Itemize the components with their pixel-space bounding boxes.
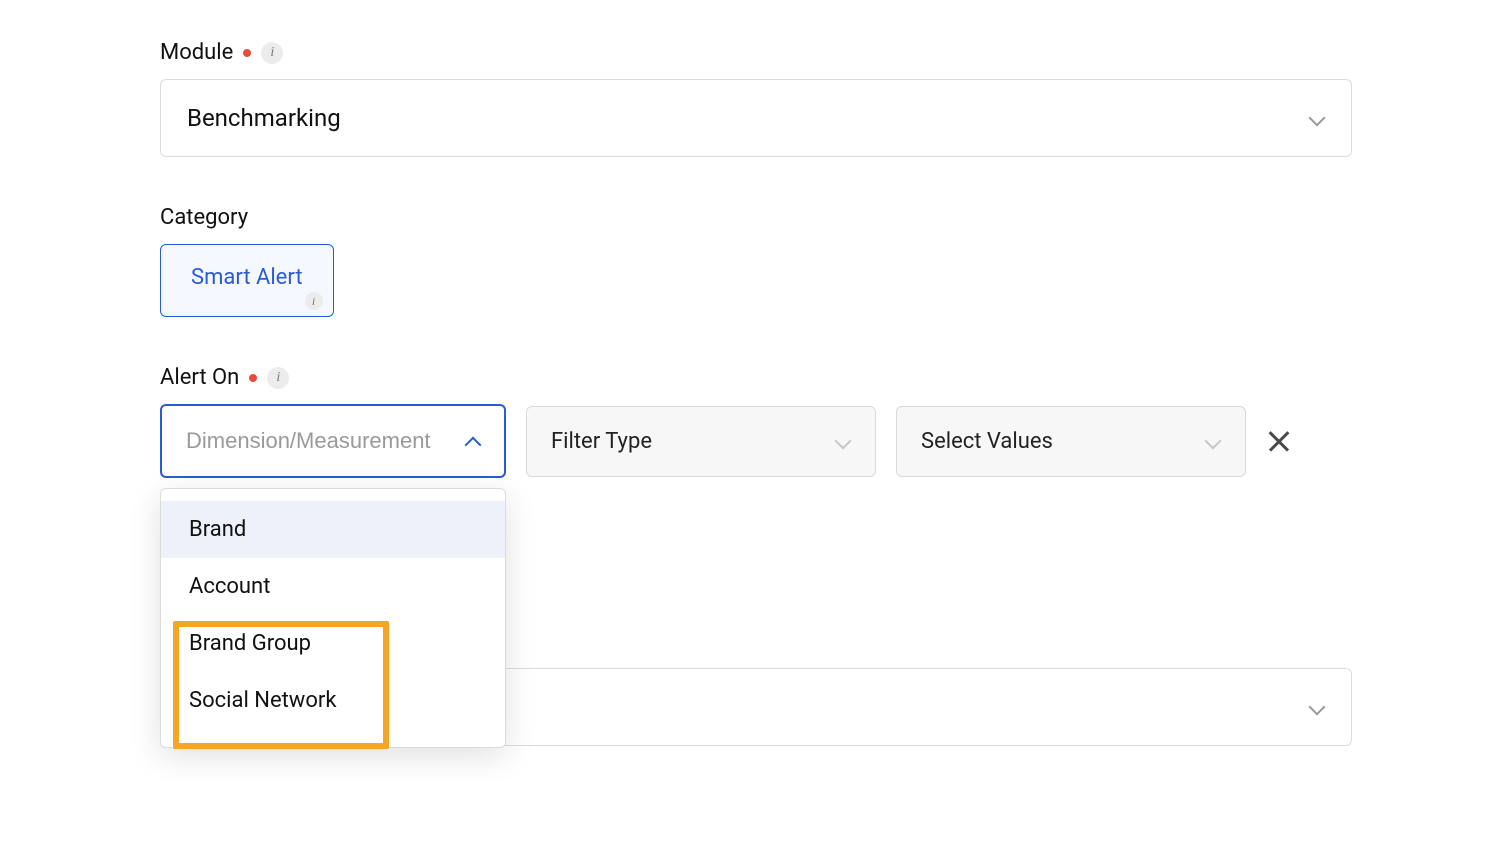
dropdown-option-brand-group[interactable]: Brand Group [161,615,505,672]
info-icon[interactable]: i [267,367,289,389]
chevron-down-icon [1309,699,1325,715]
category-label-text: Category [160,205,248,230]
chevron-down-icon [835,433,851,449]
module-label: Module i [160,40,1352,65]
chevron-down-icon [1309,110,1325,126]
required-indicator-icon [249,374,257,382]
filter-type-select[interactable]: Filter Type [526,406,876,477]
select-values-select[interactable]: Select Values [896,406,1246,477]
module-select[interactable]: Benchmarking [160,79,1352,157]
category-chip-label: Smart Alert [191,265,303,290]
required-indicator-icon [243,49,251,57]
chevron-down-icon [1205,433,1221,449]
dimension-measurement-combobox[interactable] [160,404,506,478]
filter-type-label: Filter Type [551,429,652,454]
info-icon[interactable]: i [261,42,283,64]
dimension-dropdown-menu: Brand Account Brand Group Social Network [160,488,506,748]
alert-on-label-text: Alert On [160,365,239,390]
chevron-up-icon [465,433,480,449]
dropdown-option-social-network[interactable]: Social Network [161,672,505,729]
alert-on-label: Alert On i [160,365,1352,390]
category-label: Category [160,205,1352,230]
remove-row-button[interactable] [1266,428,1292,454]
dropdown-option-account[interactable]: Account [161,558,505,615]
module-label-text: Module [160,40,233,65]
dropdown-option-brand[interactable]: Brand [161,501,505,558]
category-chip-smart-alert[interactable]: Smart Alert i [160,244,334,317]
select-values-label: Select Values [921,429,1053,454]
dimension-measurement-input[interactable] [186,428,465,454]
info-icon[interactable]: i [305,292,323,310]
module-select-value: Benchmarking [187,104,341,132]
